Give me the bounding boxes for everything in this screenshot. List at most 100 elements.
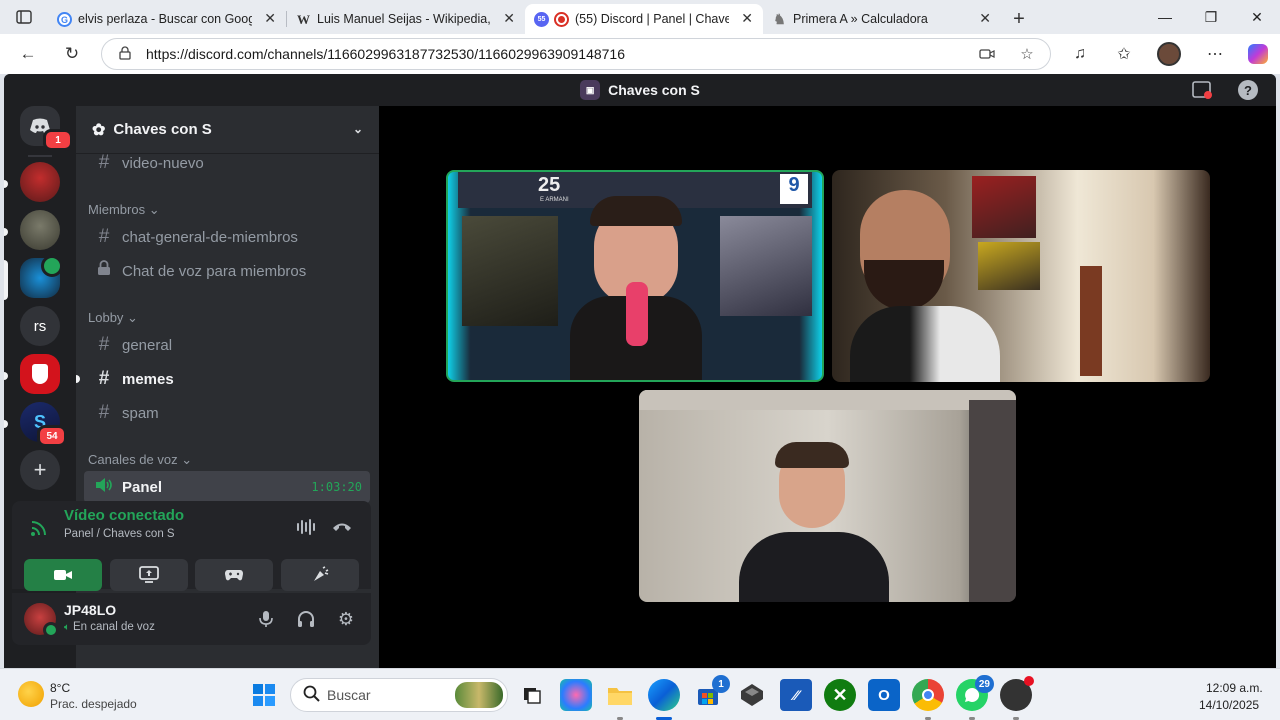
- microphone-icon[interactable]: [254, 607, 278, 631]
- channel-memes[interactable]: # memes: [84, 363, 370, 395]
- voice-location[interactable]: Panel / Chaves con S: [64, 528, 175, 540]
- ms-app-icon[interactable]: ⁄⁄: [780, 679, 812, 711]
- settings-gear-icon[interactable]: ⚙: [334, 607, 358, 631]
- connection-signal-icon[interactable]: [30, 519, 48, 542]
- address-bar[interactable]: https://discord.com/channels/11660299631…: [101, 38, 1051, 70]
- new-tab-button[interactable]: +: [1001, 4, 1037, 34]
- dark-app-icon[interactable]: [736, 679, 768, 711]
- hash-icon: #: [98, 402, 110, 423]
- chrome-icon[interactable]: [912, 679, 944, 720]
- jersey-number: 25: [538, 174, 561, 196]
- browser-tab-bar: G elvis perlaza - Buscar con Google ✕ W …: [0, 0, 1280, 34]
- username[interactable]: JP48LO: [64, 602, 116, 618]
- discord-home-button[interactable]: 1: [20, 106, 73, 151]
- unread-pip: [4, 228, 8, 236]
- channel-chat-general-de-miembros[interactable]: # chat-general-de-miembros: [84, 221, 370, 253]
- tray-app-icon[interactable]: [1000, 676, 1034, 720]
- close-tab-icon[interactable]: ✕: [979, 10, 991, 27]
- hash-icon: #: [98, 334, 110, 355]
- whatsapp-icon[interactable]: 29: [956, 675, 994, 720]
- edge-icon[interactable]: [648, 679, 680, 720]
- server-icon-s[interactable]: S 54: [20, 402, 67, 447]
- browser-tab-calculadora[interactable]: ♞ Primera A » Calculadora ✕: [763, 4, 1001, 34]
- chevron-down-icon[interactable]: ⌄: [353, 122, 363, 136]
- tab-actions-icon[interactable]: [0, 0, 48, 34]
- category-label: Miembros: [88, 202, 146, 217]
- close-tab-icon[interactable]: ✕: [264, 10, 276, 27]
- clock-date[interactable]: 14/10/2025: [1199, 698, 1259, 712]
- site-info-icon[interactable]: [118, 45, 132, 63]
- channel-label: general: [122, 336, 173, 354]
- camera-in-use-icon[interactable]: [972, 39, 1002, 69]
- channel-general[interactable]: # general: [84, 329, 370, 361]
- browser-tab-discord[interactable]: 55 (55) Discord | Panel | Chaves ✕: [525, 4, 763, 34]
- category-lobby[interactable]: Lobby ⌄: [88, 310, 138, 326]
- back-icon[interactable]: ←: [10, 38, 46, 70]
- restore-button[interactable]: ❐: [1188, 0, 1234, 34]
- weather-temp[interactable]: 8°C: [50, 681, 70, 695]
- chevron-down-icon: ⌄: [127, 310, 138, 325]
- voice-channel-panel[interactable]: Panel 1:03:20: [84, 471, 370, 503]
- video-tile-participant-3[interactable]: [639, 390, 1016, 602]
- disconnect-icon[interactable]: [332, 519, 352, 538]
- store-icon[interactable]: 1: [692, 675, 730, 711]
- category-miembros[interactable]: Miembros ⌄: [88, 202, 160, 218]
- inbox-icon[interactable]: [1192, 80, 1212, 100]
- camera-button[interactable]: [24, 559, 102, 591]
- close-tab-icon[interactable]: ✕: [503, 10, 515, 27]
- server-icon-rs[interactable]: rs: [20, 306, 60, 346]
- browser-tab-wikipedia[interactable]: W Luis Manuel Seijas - Wikipedia, la ✕: [287, 4, 525, 34]
- settings-more-icon[interactable]: ⋯: [1197, 38, 1233, 70]
- close-window-button[interactable]: ✕: [1234, 0, 1280, 34]
- poster-left: [462, 216, 558, 326]
- favorite-star-icon[interactable]: ☆: [1012, 39, 1042, 69]
- activities-button[interactable]: [195, 559, 273, 591]
- reload-icon[interactable]: ↻: [54, 38, 90, 70]
- xbox-icon[interactable]: ✕: [824, 679, 856, 711]
- server-icon-santa-fe[interactable]: [20, 354, 60, 394]
- copilot-app-icon[interactable]: [560, 679, 592, 711]
- headphones-icon[interactable]: [294, 607, 318, 631]
- help-icon[interactable]: ?: [1238, 80, 1258, 100]
- unread-pip: [4, 180, 8, 188]
- add-server-button[interactable]: +: [20, 450, 60, 490]
- weather-desc[interactable]: Prac. despejado: [50, 697, 137, 711]
- microphone-prop: [626, 282, 648, 346]
- user-status: 🔈︎ En canal de voz: [64, 621, 155, 633]
- user-avatar[interactable]: [24, 603, 59, 638]
- voice-status[interactable]: Vídeo conectado: [64, 507, 184, 524]
- file-explorer-icon[interactable]: [604, 679, 636, 720]
- weather-moon-icon[interactable]: [18, 681, 44, 707]
- channel-chat-de-voz-para-miembros[interactable]: Chat de voz para miembros: [84, 255, 370, 287]
- server-icon-chaves[interactable]: [20, 255, 63, 298]
- channel-video-nuevo[interactable]: # video-nuevo: [84, 147, 370, 179]
- notification-dot: [1024, 676, 1034, 686]
- profile-avatar[interactable]: [1151, 38, 1187, 70]
- close-tab-icon[interactable]: ✕: [741, 10, 753, 27]
- browser-essentials-icon[interactable]: ♫: [1062, 38, 1098, 70]
- server-icon-2[interactable]: [20, 210, 60, 250]
- clock-time[interactable]: 12:09 a.m.: [1206, 681, 1263, 695]
- browser-tab-google[interactable]: G elvis perlaza - Buscar con Google ✕: [48, 4, 286, 34]
- server-icon-arsenal[interactable]: [20, 162, 60, 202]
- share-screen-button[interactable]: [110, 559, 188, 591]
- copilot-icon[interactable]: [1240, 38, 1276, 70]
- minimize-button[interactable]: —: [1142, 0, 1188, 34]
- hash-icon: #: [98, 368, 110, 389]
- favorites-icon[interactable]: ✩: [1106, 38, 1142, 70]
- soundboard-button[interactable]: [281, 559, 359, 591]
- channel-spam[interactable]: # spam: [84, 397, 370, 429]
- video-tile-participant-2[interactable]: [832, 170, 1210, 382]
- search-icon: [303, 685, 321, 708]
- video-tile-speaker[interactable]: 25 E ARMANI 9: [446, 170, 824, 382]
- task-view-icon[interactable]: [516, 679, 548, 711]
- noise-suppression-icon[interactable]: [296, 519, 316, 540]
- url-text: https://discord.com/channels/11660299631…: [146, 46, 625, 62]
- hash-icon: #: [98, 226, 110, 247]
- category-canales-de-voz[interactable]: Canales de voz ⌄: [88, 452, 192, 468]
- person-figure: [570, 186, 702, 380]
- start-button[interactable]: [248, 679, 280, 711]
- server-icon: ▣: [580, 80, 601, 100]
- taskbar-search[interactable]: Buscar: [290, 678, 508, 712]
- outlook-icon[interactable]: O: [868, 679, 900, 711]
